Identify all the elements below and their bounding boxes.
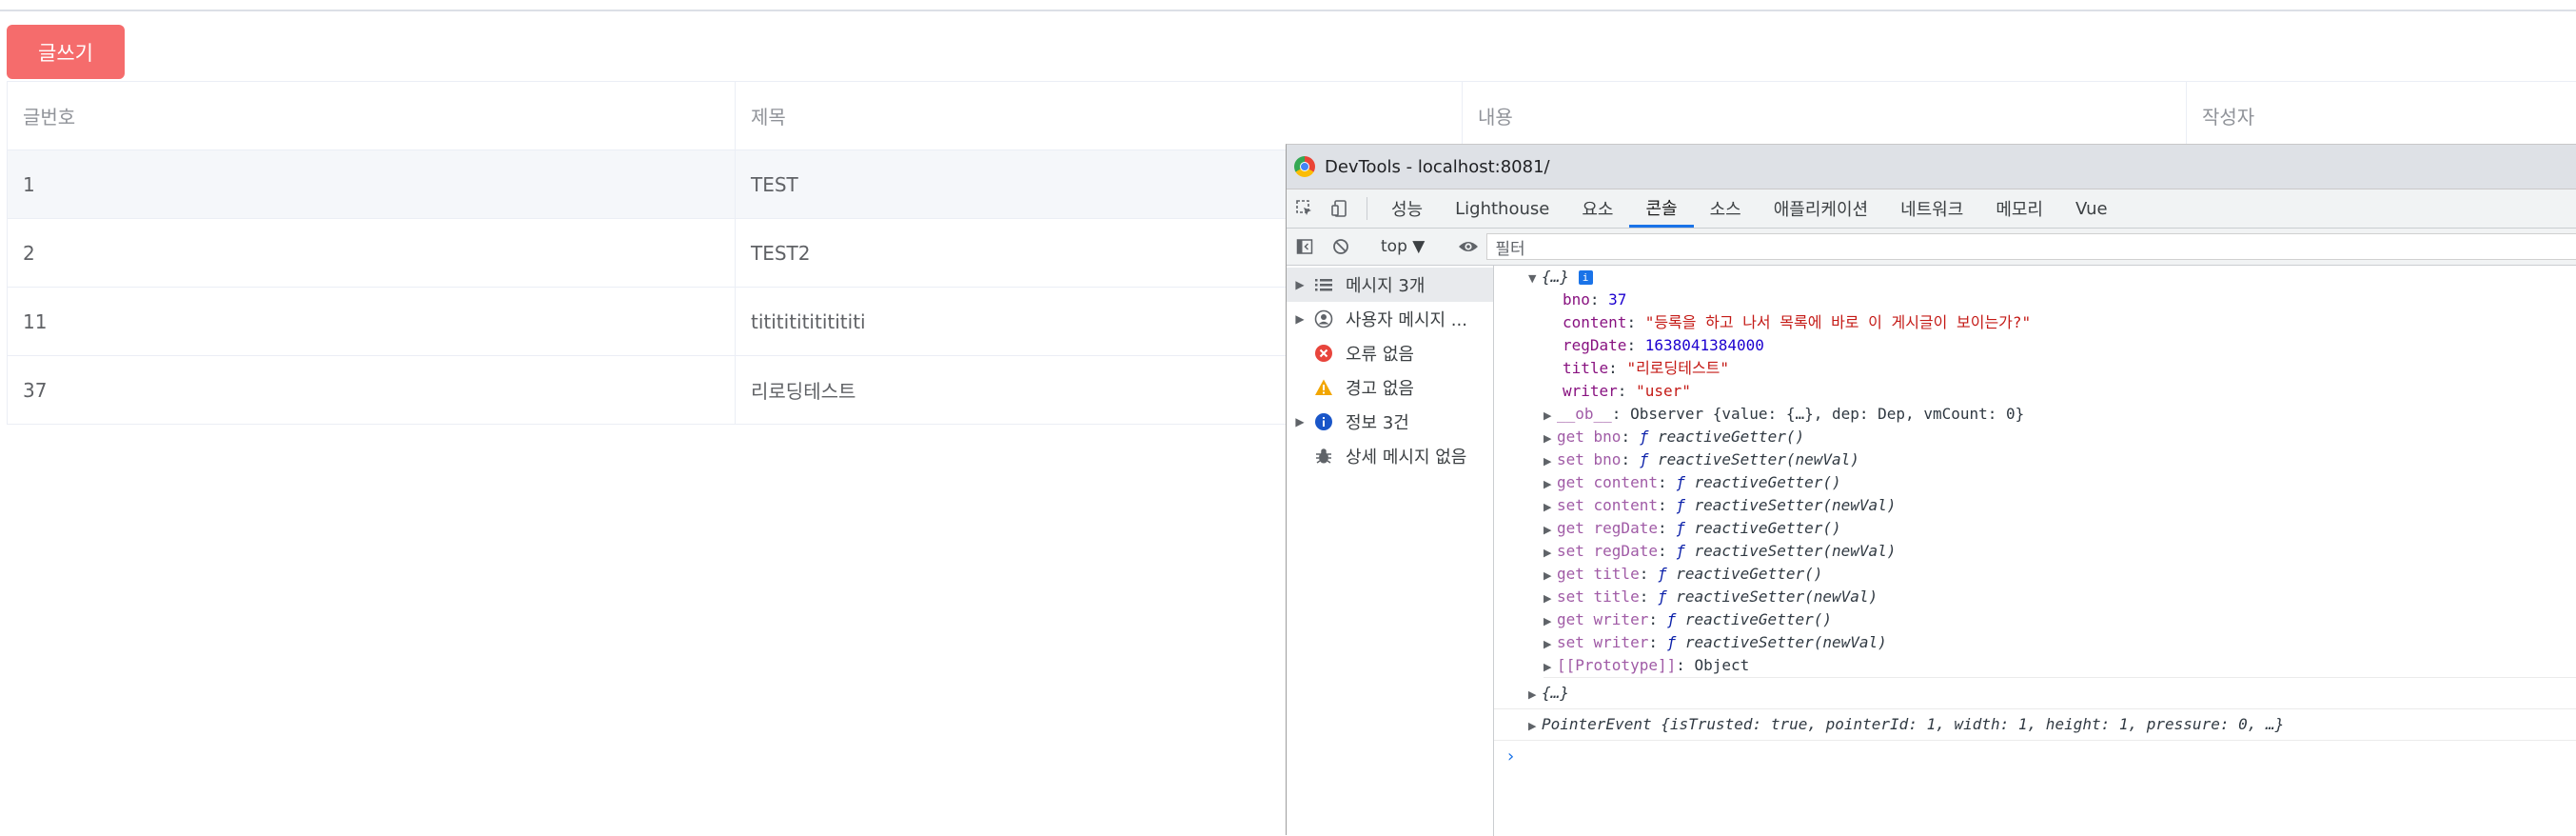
expand-arrow-icon: ▶ [1544,547,1552,559]
tab-sources[interactable]: 소스 [1694,189,1758,228]
sidebar-item-user-messages[interactable]: ▶ 사용자 메시지 ... [1287,302,1493,336]
devtools-tab-bar: 성능 Lighthouse 요소 콘솔 소스 애플리케이션 네트워크 메모리 V… [1287,189,2576,229]
devtools-titlebar[interactable]: DevTools - localhost:8081/ [1287,145,2576,189]
accessor-row[interactable]: ▶ get writer: ƒ reactiveGetter() [1544,608,2576,631]
accessor-row[interactable]: ▶ set regDate: ƒ reactiveSetter(newVal) [1544,540,2576,563]
prompt-chevron-icon: › [1505,746,1516,766]
expand-arrow-icon: ▶ [1544,455,1552,468]
property-title: title: "리로딩테스트" [1563,359,1730,377]
expand-arrow-icon: ▶ [1544,569,1552,582]
expand-arrow-icon[interactable]: ▶ [1287,278,1313,291]
accessor-row[interactable]: ▶ set content: ƒ reactiveSetter(newVal) [1544,494,2576,517]
expand-arrow-icon[interactable]: ▶ [1287,312,1313,326]
column-header-bno[interactable]: 글번호 [8,82,736,149]
property-prototype[interactable]: ▶ [[Prototype]]: Object [1544,654,2576,678]
sidebar-toggle-icon[interactable] [1287,238,1323,255]
expand-arrow-icon: ▶ [1544,409,1552,422]
info-badge-icon: i [1578,270,1593,285]
tab-elements[interactable]: 요소 [1565,189,1629,228]
devtools-window-title: DevTools - localhost:8081/ [1325,156,1550,177]
accessor-row[interactable]: ▶ set writer: ƒ reactiveSetter(newVal) [1544,631,2576,654]
property-writer: writer: "user" [1563,382,1691,400]
clear-console-icon[interactable] [1323,238,1359,255]
column-header-content[interactable]: 내용 [1463,82,2187,149]
accessor-row[interactable]: ▶ get title: ƒ reactiveGetter() [1544,563,2576,586]
sidebar-item-info[interactable]: ▶ 정보 3건 [1287,405,1493,439]
expand-arrow-icon[interactable]: ▶ [1287,415,1313,428]
expand-arrow-icon: ▶ [1544,638,1552,650]
tab-application[interactable]: 애플리케이션 [1758,189,1884,228]
tab-memory[interactable]: 메모리 [1979,189,2059,228]
tab-performance[interactable]: 성능 [1375,189,1439,228]
sidebar-item-label: 메시지 3개 [1346,276,1426,296]
accessor-row[interactable]: ▶ get bno: ƒ reactiveGetter() [1544,426,2576,448]
property-bno: bno: 37 [1563,290,1627,309]
expand-arrow-icon: ▶ [1544,501,1552,513]
expand-arrow-icon: ▶ [1544,432,1552,445]
expand-arrow-icon[interactable]: ▶ [1528,680,1542,710]
sidebar-item-verbose[interactable]: 상세 메시지 없음 [1287,439,1493,473]
column-header-writer[interactable]: 작성자 [2187,82,2576,149]
row-bno: 11 [8,288,736,355]
column-header-title[interactable]: 제목 [736,82,1463,149]
filter-placeholder: 필터 [1495,239,1525,259]
sidebar-item-label: 오류 없음 [1346,345,1414,365]
console-toolbar: top ▼ 필터 [1287,229,2576,266]
row-bno: 1 [8,150,736,218]
tab-console[interactable]: 콘솔 [1629,189,1694,228]
bug-icon [1313,446,1334,467]
table-header-row: 글번호 제목 내용 작성자 [8,82,2576,150]
object-properties: bno: 37 content: "등록을 하고 나서 목록에 바로 이 게시글… [1528,289,2576,403]
property-content: content: "등록을 하고 나서 목록에 바로 이 게시글이 보이는가?" [1563,313,2032,331]
console-object-expanded[interactable]: ▼ {…} i [1528,266,2576,289]
property-regdate: regDate: 1638041384000 [1563,336,1764,354]
chrome-logo-icon [1294,156,1315,177]
info-icon [1313,411,1334,432]
row-bno: 2 [8,219,736,287]
devtools-window: DevTools - localhost:8081/ 성능 Lighthouse… [1286,144,2576,836]
console-prompt[interactable]: › [1494,741,2576,773]
tab-lighthouse[interactable]: Lighthouse [1439,189,1565,228]
error-icon [1313,343,1334,364]
console-sidebar: ▶ 메시지 3개 ▶ 사용자 메시지 ... 오류 없음 경고 없음 ▶ 정보 … [1287,266,1494,836]
live-expression-eye-icon[interactable] [1450,239,1486,254]
sidebar-item-label: 사용자 메시지 ... [1346,310,1467,330]
context-selector[interactable]: top ▼ [1381,237,1425,256]
accessor-row[interactable]: ▶ set bno: ƒ reactiveSetter(newVal) [1544,448,2576,471]
object-internals: ▶ __ob__: Observer {value: {…}, dep: Dep,… [1528,403,2576,678]
sidebar-item-label: 상세 메시지 없음 [1346,448,1467,468]
warning-icon [1313,377,1334,398]
device-toolbar-icon[interactable] [1323,189,1359,228]
expand-arrow-icon: ▶ [1544,478,1552,490]
console-pointer-event[interactable]: ▶ PointerEvent {isTrusted: true, pointerI… [1494,709,2576,741]
tab-vue[interactable]: Vue [2059,189,2124,228]
accessor-row[interactable]: ▶ set title: ƒ reactiveSetter(newVal) [1544,586,2576,608]
sidebar-item-label: 경고 없음 [1346,379,1414,399]
expand-arrow-icon[interactable]: ▶ [1528,711,1542,742]
list-icon [1313,274,1334,295]
expand-arrow-icon: ▶ [1544,661,1552,673]
accessor-row[interactable]: ▶ get regDate: ƒ reactiveGetter() [1544,517,2576,540]
user-icon [1313,309,1334,329]
sidebar-item-warnings[interactable]: 경고 없음 [1287,370,1493,405]
inspect-element-icon[interactable] [1287,189,1323,228]
expand-arrow-icon: ▶ [1544,524,1552,536]
console-body: ▶ 메시지 3개 ▶ 사용자 메시지 ... 오류 없음 경고 없음 ▶ 정보 … [1287,266,2576,836]
sidebar-item-messages[interactable]: ▶ 메시지 3개 [1287,268,1493,302]
sidebar-item-label: 정보 3건 [1346,413,1409,433]
property-observer[interactable]: ▶ __ob__: Observer {value: {…}, dep: Dep,… [1544,403,2576,426]
accessor-row[interactable]: ▶ get content: ƒ reactiveGetter() [1544,471,2576,494]
tab-network[interactable]: 네트워크 [1884,189,1979,228]
row-bno: 37 [8,356,736,424]
sidebar-item-errors[interactable]: 오류 없음 [1287,336,1493,370]
expand-arrow-icon: ▶ [1544,615,1552,627]
write-post-button[interactable]: 글쓰기 [7,25,125,79]
expand-arrow-icon: ▶ [1544,592,1552,605]
collapse-arrow-icon[interactable]: ▼ [1528,268,1542,290]
console-output: ▼ {…} i bno: 37 content: "등록을 하고 나서 목록에 바… [1494,266,2576,836]
console-object-collapsed[interactable]: ▶ {…} [1494,678,2576,709]
top-divider [0,10,2576,11]
console-filter-input[interactable]: 필터 [1486,233,2576,260]
